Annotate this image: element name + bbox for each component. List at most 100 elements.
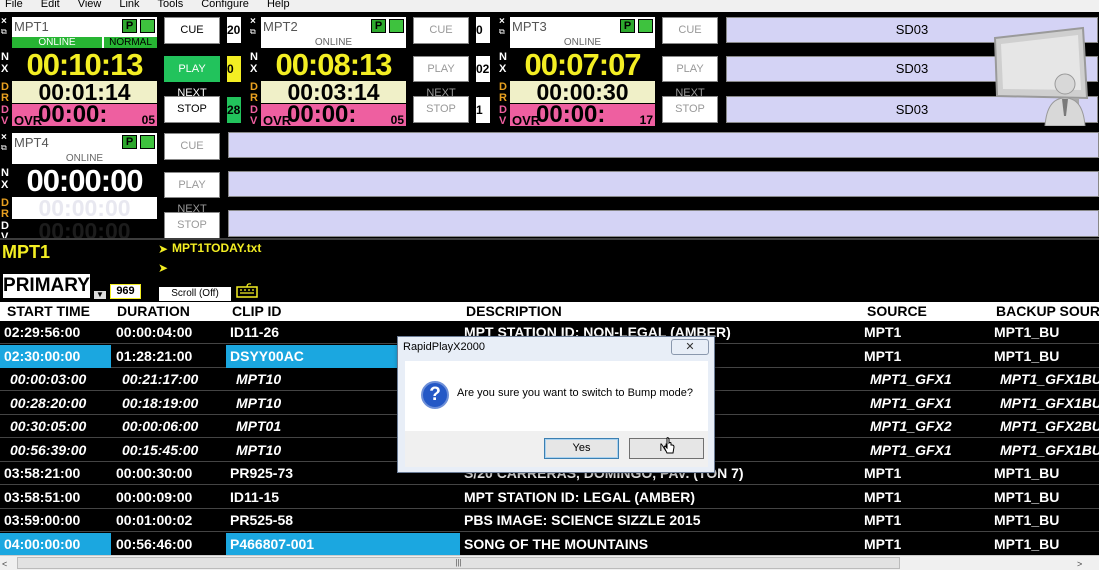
nx-label-x: X bbox=[1, 63, 9, 75]
menu-configure[interactable]: Configure bbox=[201, 0, 249, 10]
play-next-button[interactable]: PLAY NEXT bbox=[662, 56, 718, 99]
ovr-frames: 17 bbox=[639, 113, 653, 127]
table-row[interactable]: 03:58:51:00 00:00:09:00 ID11-15 MPT STATION… bbox=[0, 486, 1099, 509]
cell-backup-source: MPT1_BU bbox=[994, 512, 1060, 528]
cell-backup-source: MPT1_GFX1BU bbox=[1000, 394, 1099, 411]
cell-backup-source: MPT1_GFX1BU bbox=[1000, 371, 1099, 387]
overrun-display: OVR 00:00: 05 bbox=[12, 103, 157, 128]
play-next-button[interactable]: PLAY NEXT bbox=[164, 172, 220, 215]
mouse-cursor-icon bbox=[663, 437, 675, 454]
cell-backup-source: MPT1_GFX1BU bbox=[1000, 441, 1099, 458]
scroll-left-icon[interactable]: < bbox=[2, 559, 7, 569]
column-start-time[interactable]: START TIME bbox=[7, 302, 107, 321]
table-row[interactable]: 04:00:00:00 00:56:46:00 P466807-001 SONG OF… bbox=[0, 532, 1099, 555]
close-icon[interactable]: × bbox=[499, 16, 505, 27]
dialog-title: RapidPlayX2000 bbox=[403, 341, 485, 353]
cue-button[interactable]: CUE bbox=[164, 133, 220, 160]
close-icon[interactable]: × bbox=[1, 132, 7, 143]
cell-backup-source: MPT1_BU bbox=[994, 347, 1060, 364]
cell-backup-source: MPT1_BU bbox=[994, 465, 1060, 481]
nx-label-n: N bbox=[250, 51, 258, 63]
cue-button[interactable]: CUE bbox=[164, 17, 220, 44]
close-button[interactable]: ✕ bbox=[671, 339, 709, 355]
player-mpt2: × ⧉ N X D R D V MPT2 P ONLINE 00:08:13 0… bbox=[249, 12, 497, 128]
column-description[interactable]: DESCRIPTION bbox=[466, 302, 666, 321]
column-clip-id[interactable]: CLIP ID bbox=[232, 302, 332, 321]
cell-duration: 00:00:06:00 bbox=[122, 418, 199, 434]
cue-button[interactable]: CUE bbox=[413, 17, 469, 44]
restore-icon[interactable]: ⧉ bbox=[1, 143, 7, 153]
play-next-button[interactable]: PLAY NEXT bbox=[413, 56, 469, 99]
playlist-name-selector[interactable]: PRIMARY bbox=[2, 273, 91, 299]
side-info-top: 0 bbox=[476, 17, 490, 43]
column-duration[interactable]: DURATION bbox=[117, 302, 217, 321]
stop-button[interactable]: STOP bbox=[413, 96, 469, 123]
next-time-display: 00:07:07 bbox=[510, 49, 655, 80]
cell-source: MPT1 bbox=[864, 347, 902, 364]
menu-file[interactable]: File bbox=[5, 0, 23, 10]
play-next-button[interactable]: PLAY NEXT bbox=[164, 56, 220, 99]
player-mpt1: × ⧉ N X D R D V MPT1 P ONLINE NORMAL 00:… bbox=[0, 12, 248, 128]
cell-source: MPT1_GFX2 bbox=[870, 418, 952, 434]
player-mpt4: × ⧉ N X D R D V MPT4 P ONLINE 00:00:00 0… bbox=[0, 128, 1099, 243]
scrollbar-thumb[interactable]: ||| bbox=[17, 557, 900, 569]
cell-clip-id: ID11-15 bbox=[230, 488, 280, 505]
next-time-display: 00:10:13 bbox=[12, 49, 157, 80]
menu-help[interactable]: Help bbox=[267, 0, 290, 10]
cell-duration: 00:18:19:00 bbox=[122, 394, 199, 411]
stop-button[interactable]: STOP bbox=[164, 96, 220, 123]
dv-label-v: V bbox=[250, 115, 258, 127]
ovr-time: 00:00: bbox=[287, 101, 357, 128]
chevron-down-icon[interactable]: ▼ bbox=[93, 290, 107, 300]
horizontal-scrollbar[interactable]: < ||| > bbox=[0, 555, 1099, 570]
duration-display: 00:03:14 bbox=[261, 81, 406, 104]
cell-start-time: 00:28:20:00 bbox=[10, 394, 87, 411]
next-time-display: 00:00:00 bbox=[12, 165, 157, 196]
dr-label-r: R bbox=[1, 92, 9, 104]
restore-icon[interactable]: ⧉ bbox=[499, 27, 505, 37]
side-info-mid: 02 bbox=[476, 56, 490, 82]
players-area: × ⧉ N X D R D V MPT1 P ONLINE NORMAL 00:… bbox=[0, 12, 1099, 243]
scroll-right-icon[interactable]: > bbox=[1077, 559, 1082, 569]
restore-icon[interactable]: ⧉ bbox=[1, 27, 7, 37]
menu-link[interactable]: Link bbox=[119, 0, 139, 10]
question-icon: ? bbox=[421, 381, 449, 409]
column-backup-source[interactable]: BACKUP SOUR bbox=[996, 302, 1099, 321]
table-row[interactable]: 03:59:00:00 00:01:00:02 PR525-58 PBS IMAGE:… bbox=[0, 509, 1099, 532]
menu-tools[interactable]: Tools bbox=[158, 0, 184, 10]
side-info-mid: 0 bbox=[227, 56, 241, 82]
cell-source: MPT1 bbox=[864, 324, 902, 340]
menu-edit[interactable]: Edit bbox=[41, 0, 60, 10]
status-indicator bbox=[389, 19, 404, 33]
column-source[interactable]: SOURCE bbox=[867, 302, 967, 321]
cell-clip-id: PR525-58 bbox=[230, 512, 294, 528]
menu-view[interactable]: View bbox=[78, 0, 102, 10]
scroll-toggle-button[interactable]: Scroll (Off) bbox=[158, 286, 232, 302]
arrow-icon: ➤ bbox=[158, 242, 169, 256]
cue-button[interactable]: CUE bbox=[662, 17, 718, 44]
next-time-display: 00:08:13 bbox=[261, 49, 406, 80]
ovr-frames: 05 bbox=[141, 113, 155, 127]
player-name: MPT2 bbox=[263, 19, 298, 34]
event-count: 969 bbox=[110, 284, 141, 299]
cell-description: SONG OF THE MOUNTAINS bbox=[464, 535, 649, 552]
player-name: MPT1 bbox=[14, 19, 49, 34]
close-icon[interactable]: × bbox=[250, 16, 256, 27]
ovr-frames: 05 bbox=[390, 113, 404, 127]
cell-duration: 00:00:09:00 bbox=[116, 488, 193, 505]
restore-icon[interactable]: ⧉ bbox=[250, 27, 256, 37]
cell-start-time: 02:30:00:00 bbox=[0, 344, 111, 368]
cell-description: MPT STATION ID: LEGAL (AMBER) bbox=[464, 488, 695, 505]
close-icon[interactable]: × bbox=[1, 16, 7, 27]
yes-button[interactable]: Yes bbox=[544, 438, 619, 459]
menu-bar: File Edit View Link Tools Configure Help bbox=[0, 0, 1099, 12]
keyboard-icon[interactable] bbox=[236, 282, 258, 298]
playlist-title: MPT1 bbox=[2, 242, 51, 262]
stop-button[interactable]: STOP bbox=[164, 212, 220, 239]
ovr-time: 00:00: bbox=[536, 101, 606, 128]
stop-button[interactable]: STOP bbox=[662, 96, 718, 123]
dr-label-r: R bbox=[499, 92, 507, 104]
nx-label-x: X bbox=[250, 63, 258, 75]
cell-start-time: 03:59:00:00 bbox=[4, 512, 81, 528]
cell-backup-source: MPT1_BU bbox=[994, 535, 1060, 552]
